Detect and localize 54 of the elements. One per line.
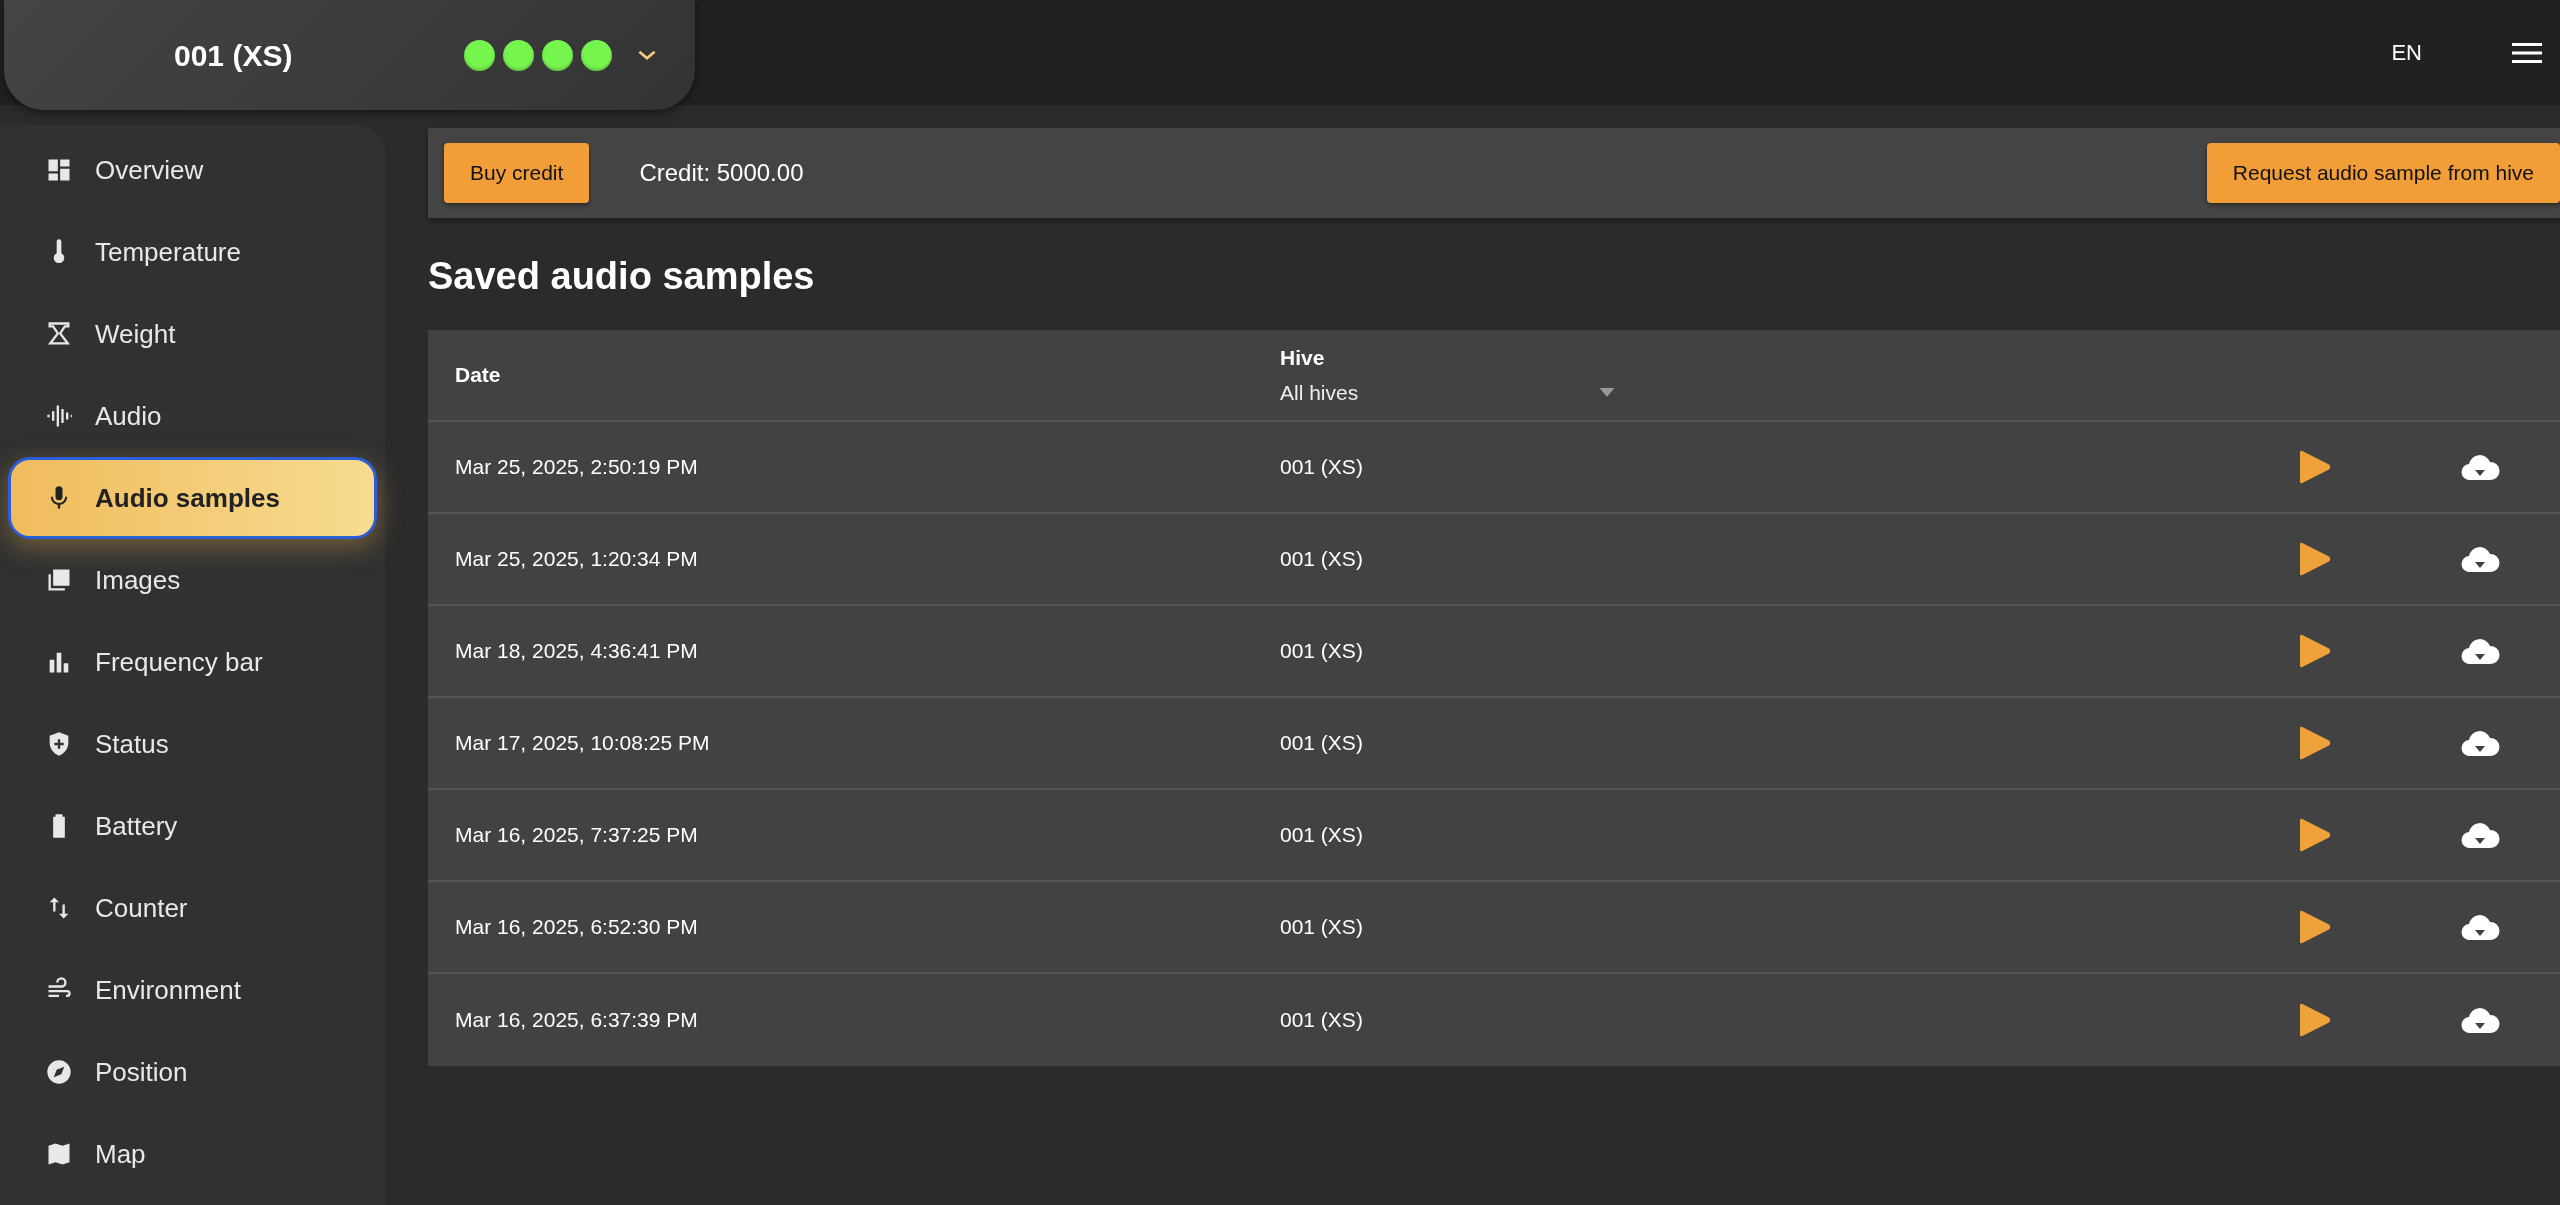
table-cell: Mar 16, 2025, 6:52:30 PM [455,915,698,939]
language-selector[interactable]: EN [2391,36,2422,69]
sidebar-item[interactable]: Status [8,703,377,785]
sidebar-item[interactable]: Audio samples [8,457,377,539]
table-cell: 001 (XS) [1280,1008,1363,1032]
table-cell: 001 (XS) [1280,823,1363,847]
play-icon[interactable] [2298,910,2332,944]
play-icon[interactable] [2298,542,2332,576]
table-cell: Mar 18, 2025, 4:36:41 PM [455,639,698,663]
caret-down-icon [1599,387,1615,398]
compass-icon [45,1058,73,1086]
cloud-download-icon[interactable] [2460,453,2500,481]
column-header: Date [455,363,501,387]
table-cell: 001 (XS) [1280,731,1363,755]
sidebar-item[interactable]: Audio [8,375,377,457]
table-cell: Mar 16, 2025, 6:37:39 PM [455,1008,698,1032]
play-icon[interactable] [2298,1003,2332,1037]
menu-icon[interactable] [2512,40,2542,65]
table-cell: 001 (XS) [1280,915,1363,939]
credit-balance: Credit: 5000.00 [639,158,804,188]
table-cell: 001 (XS) [1280,455,1363,479]
sidebar-item[interactable]: Counter [8,867,377,949]
page-title: Saved audio samples [428,254,816,299]
play-icon[interactable] [2298,726,2332,760]
table-cell: 001 (XS) [1280,639,1363,663]
hive-selector[interactable]: 001 (XS) [4,0,695,110]
sidebar-item[interactable]: Images [8,539,377,621]
play-icon[interactable] [2298,818,2332,852]
sidebar-item[interactable]: Map [8,1113,377,1195]
sidebar-item[interactable]: Position [8,1031,377,1113]
column-header: Hive [1280,344,1325,371]
table-cell: 001 (XS) [1280,547,1363,571]
request-sample-button[interactable]: Request audio sample from hive [2206,143,2560,203]
sidebar-item[interactable]: Overview [8,129,377,211]
cloud-download-icon[interactable] [2460,637,2500,665]
play-icon[interactable] [2298,634,2332,668]
sidebar-item[interactable]: Battery [8,785,377,867]
cloud-download-icon[interactable] [2460,729,2500,757]
cloud-download-icon[interactable] [2460,821,2500,849]
sidebar-item[interactable]: Frequency bar [8,621,377,703]
table-cell: Mar 17, 2025, 10:08:25 PM [455,731,710,755]
play-icon[interactable] [2298,450,2332,484]
hive-title: 001 (XS) [174,37,294,74]
hive-filter-dropdown[interactable]: All hives [1280,377,1615,409]
buy-credit-button[interactable]: Buy credit [444,143,590,203]
cloud-download-icon[interactable] [2460,913,2500,941]
table-cell: Mar 25, 2025, 1:20:34 PM [455,547,698,571]
sidebar-item[interactable]: Temperature [8,211,377,293]
sidebar-item[interactable]: Environment [8,949,377,1031]
cloud-download-icon[interactable] [2460,1006,2500,1034]
table-cell: Mar 25, 2025, 2:50:19 PM [455,455,698,479]
cloud-download-icon[interactable] [2460,545,2500,573]
table-cell: Mar 16, 2025, 7:37:25 PM [455,823,698,847]
sidebar-item[interactable]: Weight [8,293,377,375]
